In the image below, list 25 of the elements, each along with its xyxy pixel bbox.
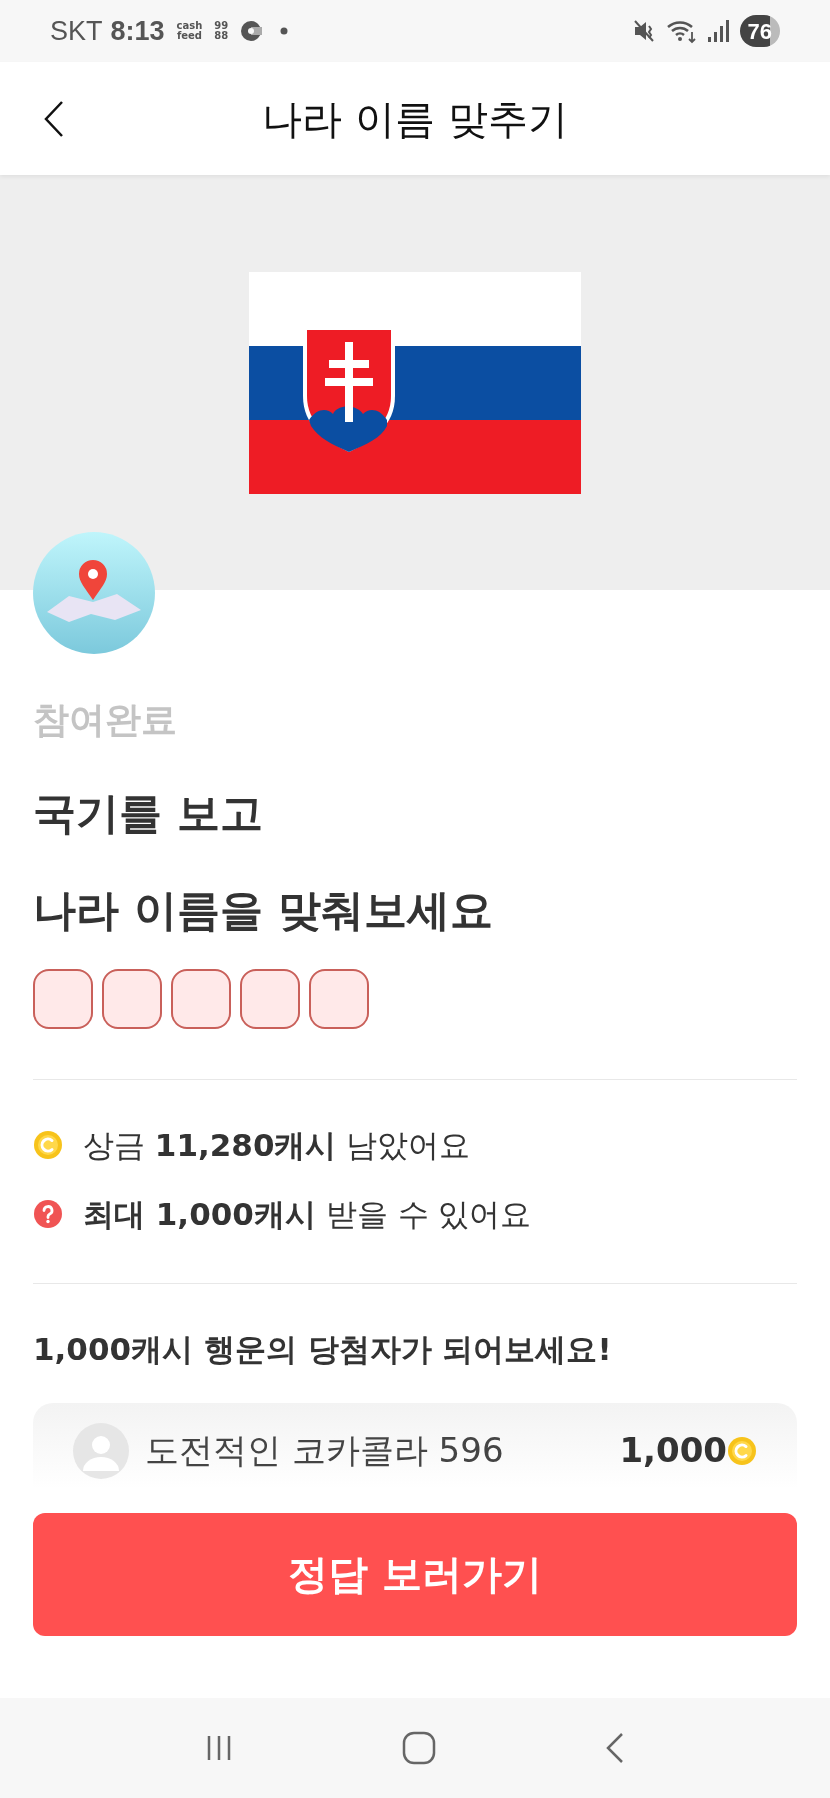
carrier-text: SKT (50, 14, 103, 48)
page-title: 나라 이름 맞추기 (262, 94, 568, 144)
info-text: 최대 1,000캐시 받을 수 있어요 (83, 1194, 532, 1234)
status-label: 참여완료 (33, 698, 178, 742)
winner-amount: 1,000 (619, 1429, 727, 1472)
quiz-title: 국기를 보고 (33, 787, 264, 840)
back-icon (43, 99, 65, 138)
app-icon (240, 19, 265, 43)
signal-icon (705, 18, 732, 44)
coin-icon (727, 1435, 757, 1466)
lucky-heading: 1,000캐시 행운의 당첨자가 되어보세요! (33, 1330, 613, 1369)
dot-icon (280, 27, 289, 35)
wifi-icon (665, 18, 698, 44)
notification-icon: cash feed (176, 21, 203, 41)
avatar-icon (73, 1422, 129, 1479)
view-answer-button[interactable]: 정답 보러가기 (33, 1512, 797, 1636)
back-icon[interactable] (604, 1732, 626, 1764)
coin-icon (33, 1130, 63, 1161)
clock-text: 8:13 (110, 14, 165, 48)
home-icon[interactable] (402, 1731, 436, 1765)
winner-name: 도전적인 코카콜라 596 (145, 1429, 504, 1472)
question-icon (33, 1198, 63, 1229)
notification-icon: 99 88 (214, 21, 229, 41)
info-text: 상금 11,280캐시 남았어요 (83, 1126, 471, 1165)
quiz-title: 나라 이름을 맞춰보세요 (33, 884, 494, 937)
